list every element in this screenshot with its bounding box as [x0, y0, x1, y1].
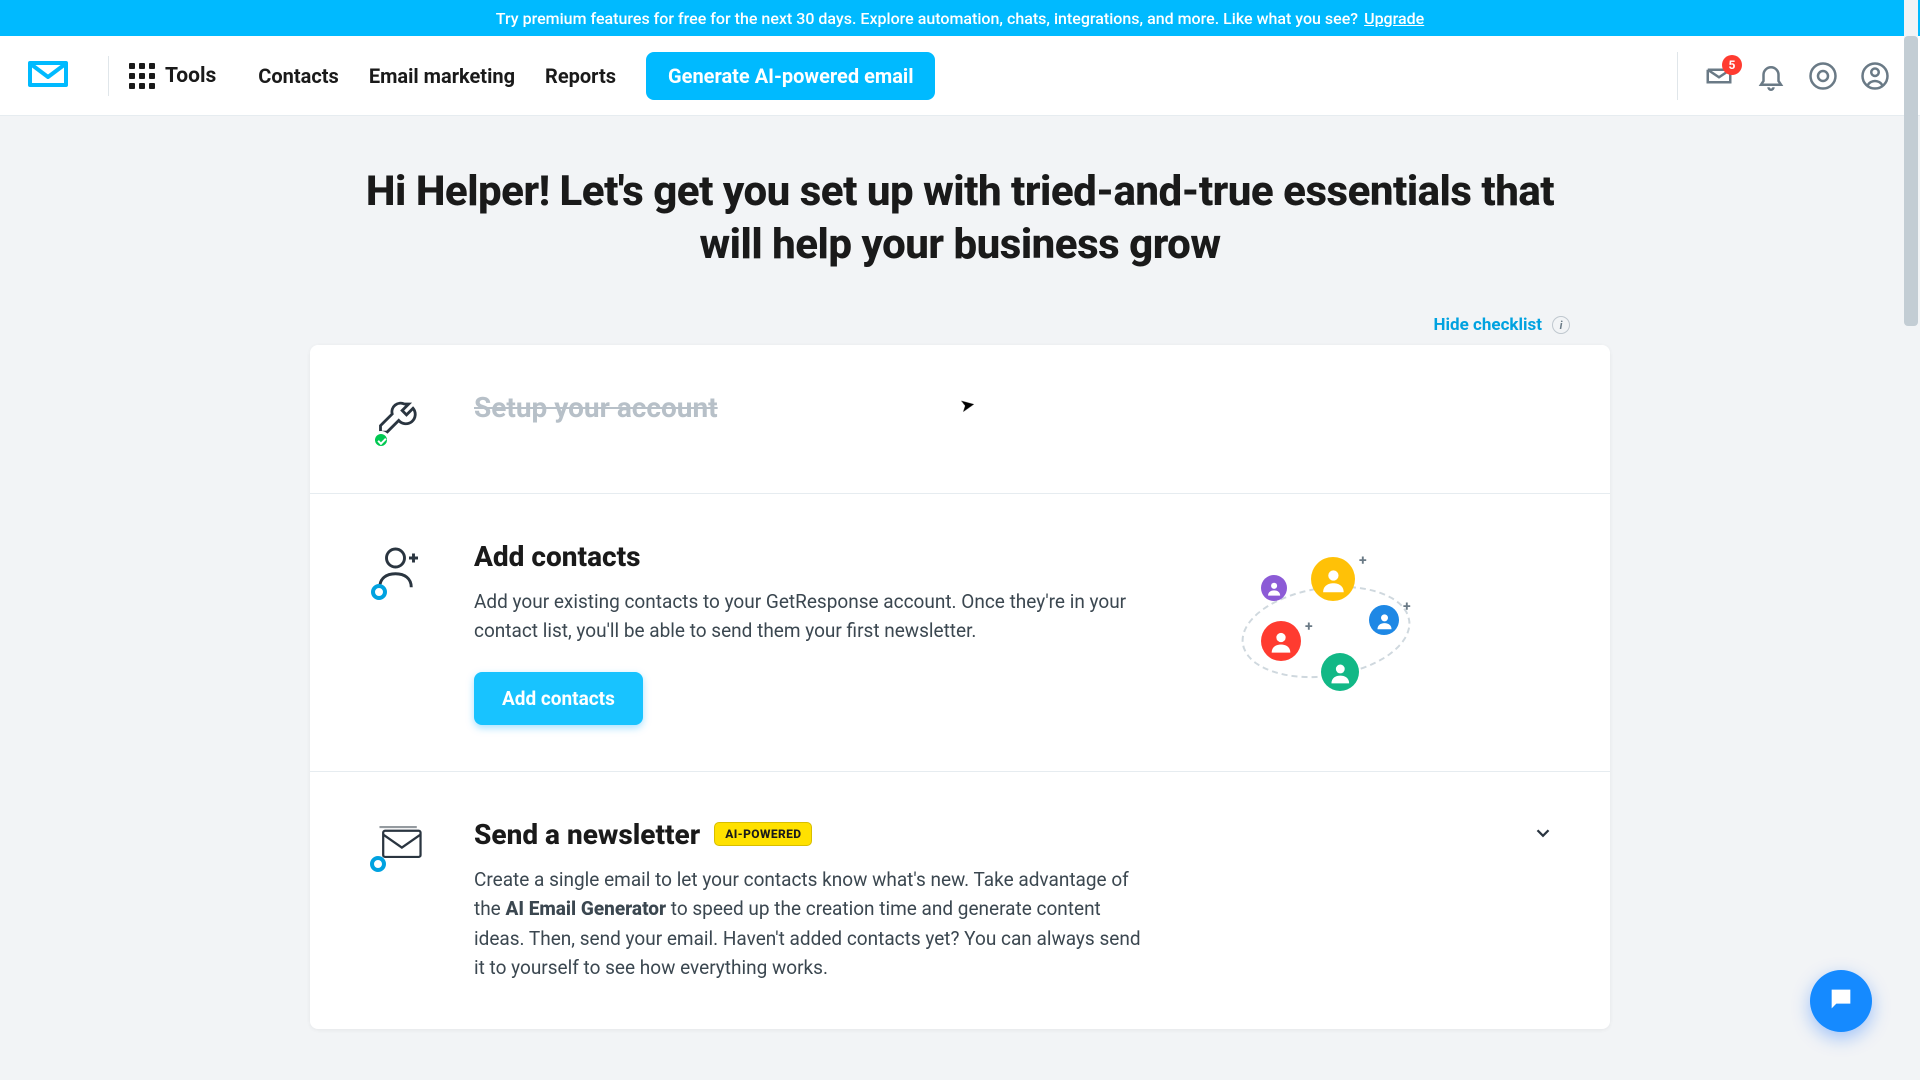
promo-text: Try premium features for free for the ne… [496, 9, 1358, 28]
step-description: Create a single email to let your contac… [474, 865, 1154, 983]
app-header: Tools Contacts Email marketing Reports G… [0, 36, 1920, 116]
divider [108, 56, 109, 96]
promo-banner: Try premium features for free for the ne… [0, 0, 1920, 36]
step-title-text: Send a newsletter [474, 818, 700, 851]
checklist-toggle-row: Hide checklist i [310, 315, 1610, 335]
step-description: Add your existing contacts to your GetRe… [474, 587, 1154, 646]
onboarding-checklist-card: Setup your account Add contacts Add your… [310, 345, 1610, 1029]
brand-logo-icon[interactable] [28, 59, 68, 93]
add-contacts-button[interactable]: Add contacts [474, 672, 643, 725]
notification-badge: 5 [1722, 55, 1742, 75]
apps-grid-icon [129, 63, 155, 89]
checklist-step-setup-account[interactable]: Setup your account [310, 345, 1610, 494]
tools-label: Tools [165, 64, 216, 88]
checklist-step-send-newsletter[interactable]: Send a newsletter AI-POWERED Create a si… [310, 772, 1610, 1029]
page-title: Hi Helper! Let's get you set up with tri… [360, 166, 1560, 271]
bell-icon[interactable] [1754, 59, 1788, 93]
generate-ai-email-button[interactable]: Generate AI-powered email [646, 52, 935, 100]
chevron-down-icon[interactable] [1532, 822, 1554, 848]
add-person-icon [373, 540, 427, 598]
check-complete-icon [372, 431, 390, 449]
tools-menu-button[interactable]: Tools [129, 63, 216, 89]
nav-link-contacts[interactable]: Contacts [258, 64, 339, 88]
hide-checklist-button[interactable]: Hide checklist [1434, 315, 1542, 335]
status-active-icon [371, 584, 387, 600]
upgrade-link[interactable]: Upgrade [1364, 9, 1424, 28]
info-icon[interactable]: i [1552, 316, 1570, 334]
chat-bubble-icon [1827, 985, 1855, 1017]
main-content: Hi Helper! Let's get you set up with tri… [0, 116, 1920, 1080]
inbox-icon[interactable]: 5 [1702, 59, 1736, 93]
account-icon[interactable] [1858, 59, 1892, 93]
step-title: Add contacts [474, 540, 1154, 573]
envelope-stack-icon [372, 818, 428, 870]
step-title: Setup your account [474, 391, 1154, 424]
status-active-icon [370, 856, 386, 872]
vertical-scrollbar-thumb[interactable] [1904, 36, 1918, 326]
primary-nav: Contacts Email marketing Reports Generat… [258, 52, 935, 100]
wrench-icon [374, 391, 426, 447]
step-title: Send a newsletter AI-POWERED [474, 818, 1154, 851]
checklist-step-add-contacts: Add contacts Add your existing contacts … [310, 494, 1610, 772]
nav-link-reports[interactable]: Reports [545, 64, 616, 88]
step-desc-bold: AI Email Generator [505, 897, 666, 920]
ai-powered-badge: AI-POWERED [714, 822, 812, 846]
header-utilities: 5 [1671, 52, 1892, 100]
nav-link-email-marketing[interactable]: Email marketing [369, 64, 515, 88]
contacts-illustration: + + + [1196, 540, 1456, 725]
help-icon[interactable] [1806, 59, 1840, 93]
divider [1677, 52, 1678, 100]
chat-fab-button[interactable] [1810, 970, 1872, 1032]
